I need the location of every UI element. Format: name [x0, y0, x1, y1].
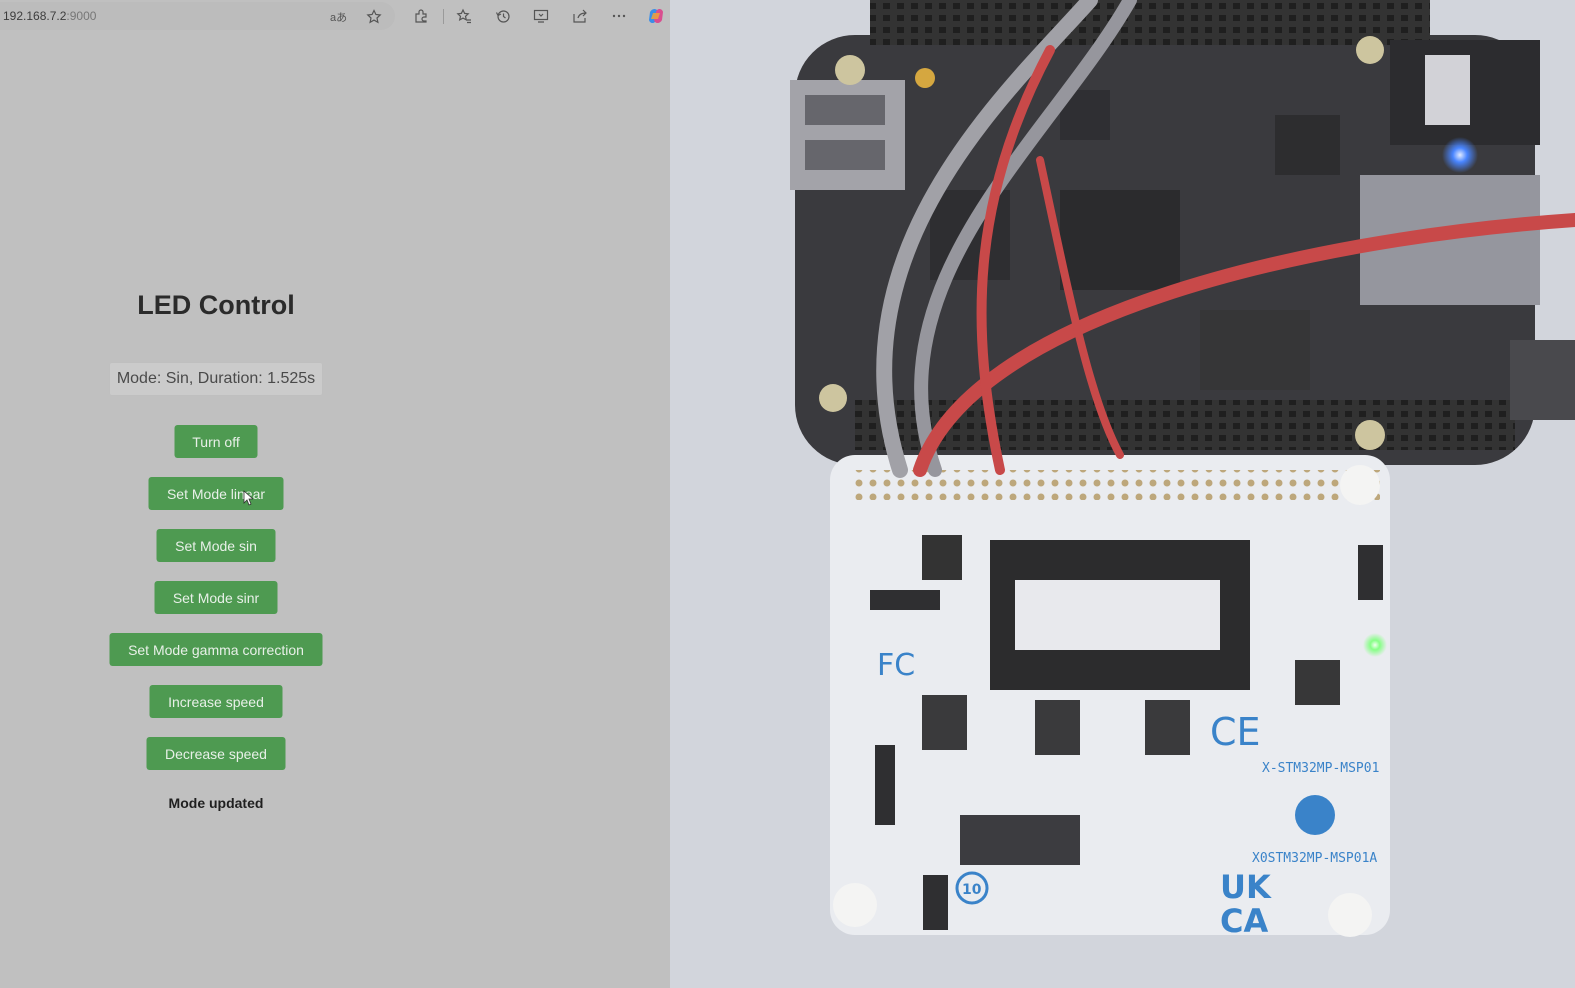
hardware-photo: FC CE X-STM32MP-MSP01 X0STM32MP-MSP01A U… — [670, 0, 1575, 988]
turn-off-button[interactable]: Turn off — [174, 425, 258, 458]
history-icon[interactable] — [495, 8, 511, 24]
set-mode-linear-button[interactable]: Set Mode linear — [148, 477, 284, 510]
set-mode-sinr-button[interactable]: Set Mode sinr — [154, 581, 278, 614]
set-mode-gamma-button[interactable]: Set Mode gamma correction — [109, 633, 323, 666]
web-page: LED Control Mode: Sin, Duration: 1.525s … — [0, 32, 670, 988]
browser-window: 192.168.7.2:9000 aあ LED Control Mode: Si… — [0, 0, 670, 988]
extensions-icon[interactable] — [413, 8, 429, 24]
increase-speed-button[interactable]: Increase speed — [149, 685, 283, 718]
toolbar-divider — [443, 9, 444, 24]
camera-feed: FC CE X-STM32MP-MSP01 X0STM32MP-MSP01A U… — [670, 0, 1575, 988]
browser-toolbar: 192.168.7.2:9000 aあ — [0, 0, 670, 32]
decrease-speed-button[interactable]: Decrease speed — [146, 737, 286, 770]
mouse-cursor-icon — [243, 490, 253, 506]
read-aloud-icon[interactable]: aあ — [330, 9, 350, 25]
status-message: Mode updated — [168, 795, 264, 811]
more-options-icon[interactable] — [611, 8, 627, 24]
page-title: LED Control — [137, 290, 295, 320]
screenshot-icon[interactable] — [533, 8, 549, 24]
favorites-icon[interactable] — [456, 8, 472, 24]
share-icon[interactable] — [572, 8, 588, 24]
address-bar[interactable]: 192.168.7.2:9000 aあ — [0, 2, 395, 30]
favorite-star-icon[interactable] — [366, 9, 382, 25]
set-mode-sin-button[interactable]: Set Mode sin — [156, 529, 276, 562]
status-display: Mode: Sin, Duration: 1.525s — [109, 362, 323, 396]
copilot-icon[interactable] — [647, 7, 665, 25]
url-text[interactable]: 192.168.7.2:9000 — [0, 9, 96, 23]
